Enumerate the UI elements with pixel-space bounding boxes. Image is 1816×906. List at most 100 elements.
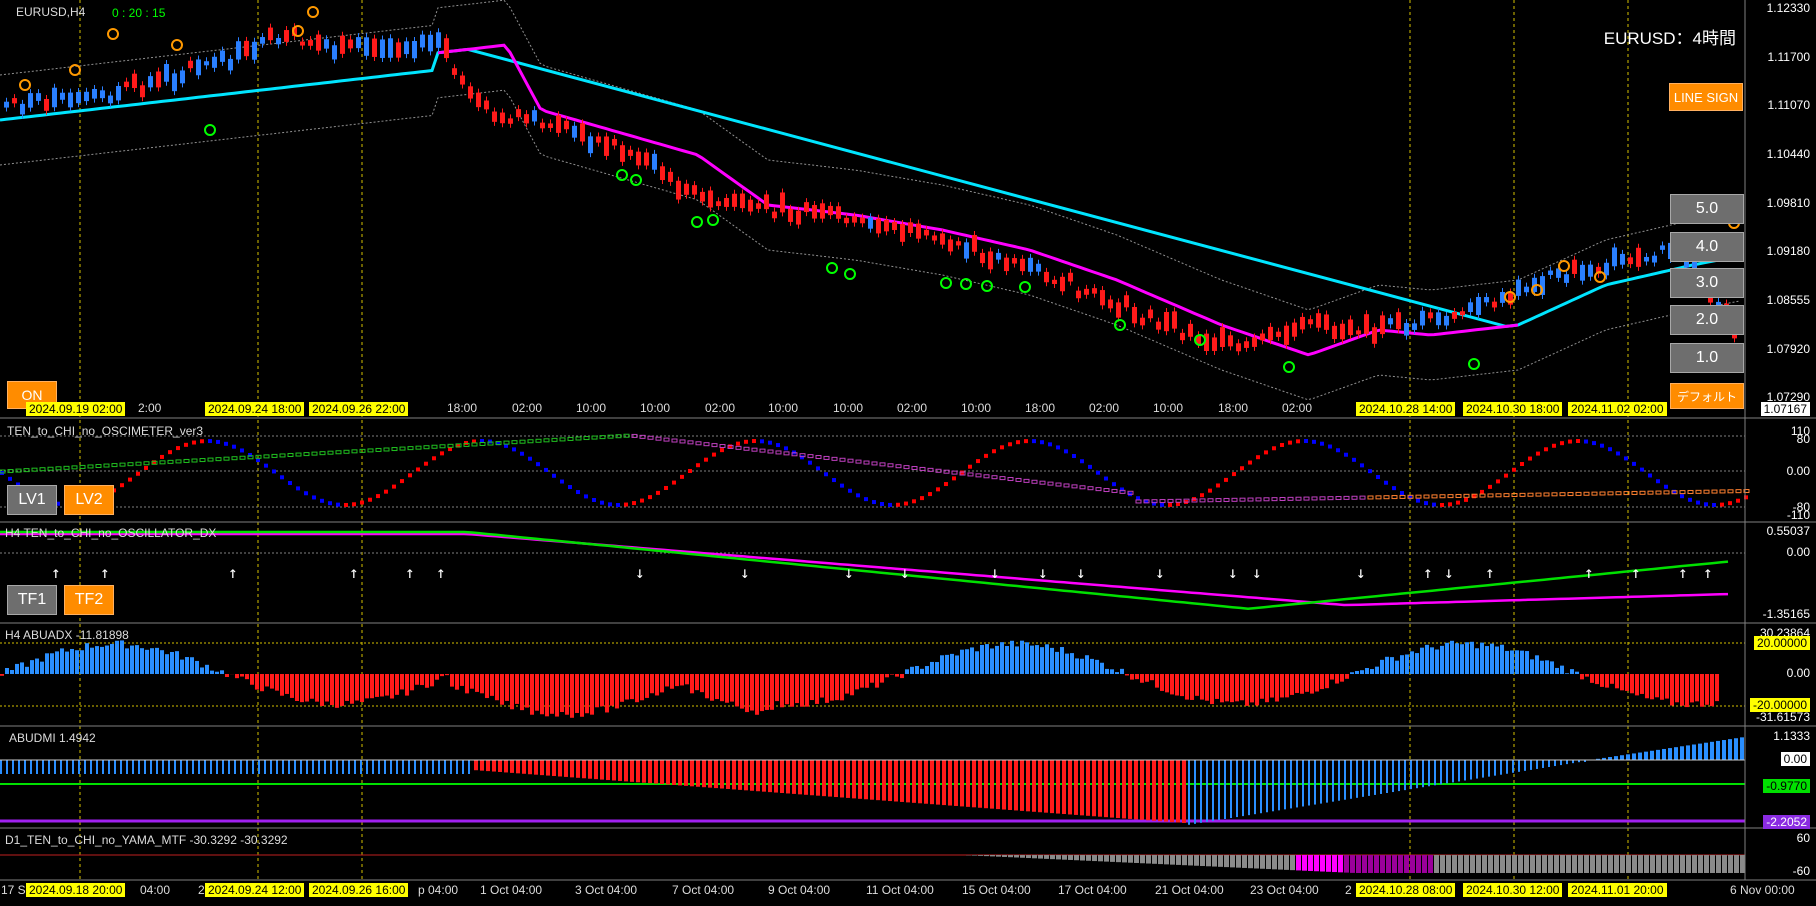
dmi-bar [600,760,604,780]
yama-bar [1548,855,1553,873]
dmi-bar [618,760,622,781]
dmi-bar [1266,760,1268,813]
adx-bar [635,674,639,703]
candle-body [1620,253,1625,265]
osc1-dot [1568,439,1572,444]
osc1-dot [992,449,996,454]
adx-bar [950,653,954,674]
osc1-trend-dot [39,467,46,472]
adx-bar [1585,674,1589,677]
dmi-bar [1482,760,1484,778]
osc1-dot [1576,439,1580,444]
adx-bar [1605,674,1609,688]
dmi-bar [1524,760,1526,771]
candle-body [548,123,553,128]
yama-bar [1134,855,1139,863]
adx-bar [930,661,934,674]
tf2-button[interactable]: TF2 [64,585,114,615]
abuadx-tick: 20.00000 [1748,636,1810,650]
osc1-dot [1584,439,1588,444]
adx-bar [730,674,734,702]
adx-bar [275,674,279,691]
osc1-trend-dot [31,467,38,472]
yama-bar [1650,855,1655,873]
dmi-bar [228,760,230,774]
candle-body [1572,259,1577,274]
lv2-button[interactable]: LV2 [64,485,114,515]
osc1-dot [800,455,804,460]
osc1-dot [1168,502,1172,507]
line-sign-button[interactable]: LINE SIGN [1669,83,1743,111]
adx-bar [1715,674,1719,702]
sell-signal-marker [69,64,81,76]
osc1-trend-dot [871,461,878,466]
adx-bar [300,674,304,703]
level-button-3[interactable]: 3.0 [1670,268,1744,298]
dmi-bar [102,760,104,774]
yama-bar [1050,855,1055,860]
adx-bar [1365,668,1369,674]
candle-body [220,50,225,62]
adx-bar [1470,641,1474,674]
osc1-trend-dot [1255,497,1262,502]
candle-body [76,92,81,104]
level-button-5[interactable]: 5.0 [1670,194,1744,224]
osc1-dot [528,456,532,461]
adx-bar [1590,674,1594,683]
dmi-bar [1728,739,1732,760]
price-tick: 1.09810 [1766,196,1810,210]
level-button-1[interactable]: 1.0 [1670,343,1744,373]
adx-bar [75,650,79,674]
candle-body [924,229,929,236]
level-button-2[interactable]: 2.0 [1670,305,1744,335]
candle-body [1004,257,1009,272]
trading-chart-canvas[interactable]: ↑ ↑ ↑ ↑ ↑ ↑ ↑ ↑ ↑ ↑ ↑ ↑ ↓ ↓ ↓ ↓ ↓ ↓ ↓ ↓ ↓ ↓ ↓ ↓ [0,0,1816,906]
adx-bar [90,647,94,674]
candle-body [436,32,441,48]
adx-bar [1085,655,1089,674]
candle-body [100,90,105,99]
osc1-dot [264,463,268,468]
osc1-trend-dot [311,451,318,456]
yama-bar [1704,855,1709,873]
abudmi-tick: -0.9770 [1748,779,1810,793]
dmi-bar [732,760,736,790]
candle-body [1404,323,1409,336]
yama-bar [1314,855,1319,872]
candle-body [676,180,681,200]
lv1-button[interactable]: LV1 [7,485,57,515]
osc1-trend-dot [879,462,886,467]
adx-bar [1335,674,1339,684]
osc1-dot [1280,442,1284,447]
tf1-button[interactable]: TF1 [7,585,57,615]
adx-bar [945,654,949,674]
level-button-4[interactable]: 4.0 [1670,232,1744,262]
candle-body [20,103,25,115]
candle-body [828,205,833,216]
adx-bar [795,674,799,704]
yama-tick: -60 [1792,864,1810,878]
yama-bar [1272,855,1277,870]
candle-body [228,58,233,71]
osc1-trend-dot [23,468,30,473]
adx-bar [1180,674,1184,697]
osc1-trend-dot [79,464,86,469]
dmi-bar [864,760,868,800]
adx-bar [1495,646,1499,674]
yama-bar [1518,855,1523,873]
osc1-trend-dot [335,450,342,455]
osc1-trend-dot [967,472,974,477]
osc1-dot [1656,479,1660,484]
osc1-trend-dot [1719,489,1726,494]
adx-bar [40,661,44,674]
adx-bar [1620,674,1624,691]
dmi-bar [264,760,266,774]
yama-bar [1446,855,1451,873]
osc1-dot [1320,441,1324,446]
default-button[interactable]: デフォルト [1670,383,1744,409]
adx-bar [1245,674,1249,706]
adx-bar [60,648,64,674]
osc1-trend-dot [351,449,358,454]
buy-signal-marker [204,124,216,136]
yama-bar [1248,855,1253,869]
